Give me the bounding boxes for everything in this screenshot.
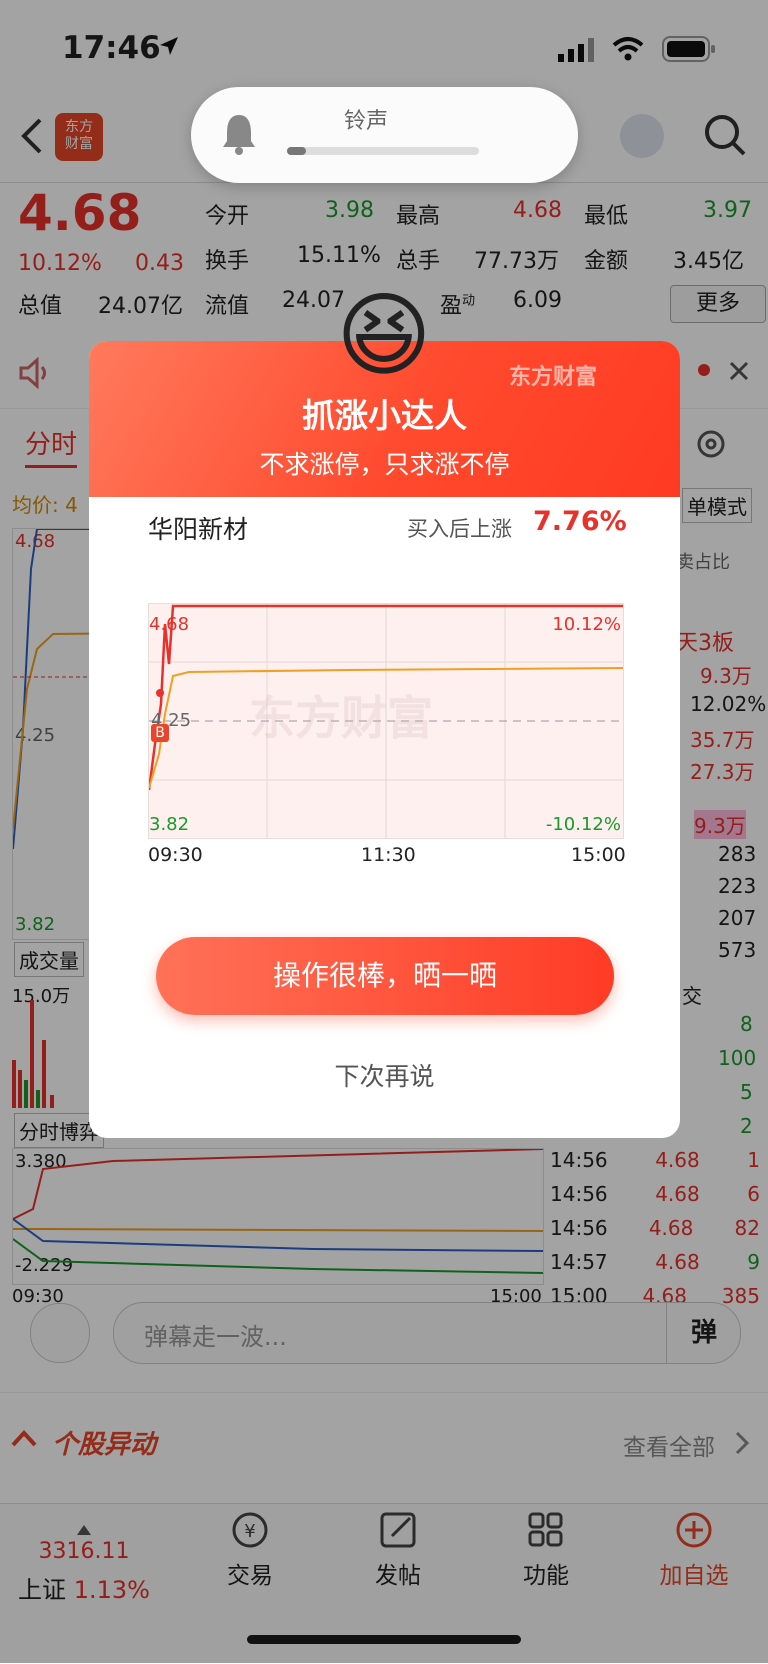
gain-value: 7.76% xyxy=(533,506,627,537)
volume-label: 铃声 xyxy=(343,109,388,134)
time-tick-1: 11:30 xyxy=(361,844,416,866)
share-button[interactable]: 操作很棒，晒一晒 xyxy=(156,937,614,1015)
time-tick-2: 15:00 xyxy=(571,844,626,866)
volume-slider[interactable] xyxy=(287,147,479,155)
modal-title: 抓涨小达人 xyxy=(302,396,467,435)
chart-top-price: 4.68 xyxy=(149,614,190,635)
achievement-modal: 东方财富 抓涨小达人 不求涨停，只求涨不停 华阳新材 买入后上涨 7.76% 4… xyxy=(89,341,680,1138)
time-tick-0: 09:30 xyxy=(148,844,203,866)
home-indicator xyxy=(247,1635,521,1644)
volume-level-fill xyxy=(287,147,307,155)
modal-subtitle: 不求涨停，只求涨不停 xyxy=(259,450,510,479)
laughing-emoji-icon: 😆 xyxy=(336,282,432,389)
gain-label: 买入后上涨 xyxy=(407,517,512,541)
volume-toast: 铃声 xyxy=(191,87,578,183)
stock-name: 华阳新材 xyxy=(148,515,249,544)
chart-top-pct: 10.12% xyxy=(552,614,621,635)
later-link[interactable]: 下次再说 xyxy=(89,1057,680,1093)
bell-icon xyxy=(223,115,255,155)
chart-low-price: 3.82 xyxy=(149,814,190,835)
buy-marker: B xyxy=(151,724,169,742)
modal-chart: 4.68 4.25 3.82 10.12% -10.12% B 东方财富 xyxy=(148,603,624,839)
chart-watermark: 东方财富 xyxy=(249,691,433,745)
chart-low-pct: -10.12% xyxy=(545,814,621,835)
header-watermark: 东方财富 xyxy=(509,365,598,390)
